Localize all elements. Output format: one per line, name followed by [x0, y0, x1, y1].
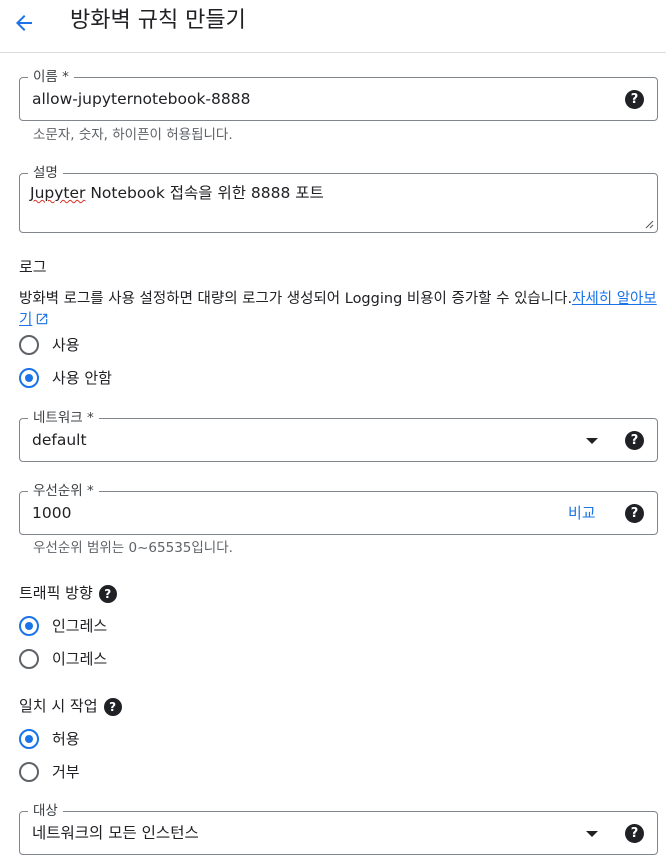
spellcheck-word: Jupyter — [30, 184, 86, 202]
help-icon[interactable]: ? — [625, 504, 644, 523]
network-select[interactable]: 네트워크 * default ? — [19, 409, 658, 462]
radio-label: 이그레스 — [52, 650, 108, 668]
radio-label: 사용 안함 — [52, 369, 112, 387]
description-field-label: 설명 — [28, 164, 63, 182]
help-icon[interactable]: ? — [625, 431, 644, 450]
radio-label: 거부 — [52, 763, 80, 781]
dropdown-arrow-icon[interactable] — [586, 438, 598, 444]
firewall-rule-form-page: 방화벽 규칙 만들기 이름 * allow-jupyternotebook-88… — [0, 0, 666, 861]
radio-label: 사용 — [52, 336, 80, 354]
logs-title: 로그 — [19, 258, 47, 276]
help-icon[interactable]: ? — [625, 824, 644, 843]
network-field-label: 네트워크 * — [28, 409, 99, 427]
radio-button-unchecked[interactable] — [19, 762, 39, 782]
priority-hint: 우선순위 범위는 0~65535입니다. — [33, 540, 233, 556]
back-button[interactable] — [9, 8, 39, 38]
radio-label: 허용 — [52, 730, 80, 748]
direction-radio-egress[interactable]: 이그레스 — [19, 648, 107, 670]
radio-button-checked[interactable] — [19, 729, 39, 749]
resize-handle-icon[interactable] — [644, 219, 654, 229]
radio-button-unchecked[interactable] — [19, 649, 39, 669]
help-icon[interactable]: ? — [103, 697, 122, 716]
traffic-direction-label: 트래픽 방향 — [19, 584, 93, 602]
logs-radio-off[interactable]: 사용 안함 — [19, 367, 112, 389]
action-radio-allow[interactable]: 허용 — [19, 728, 80, 750]
logs-radio-on[interactable]: 사용 — [19, 334, 80, 356]
name-hint: 소문자, 숫자, 하이픈이 허용됩니다. — [33, 127, 233, 143]
description-field[interactable]: 설명 Jupyter Notebook 접속을 위한 8888 포트 — [19, 164, 658, 233]
priority-input-value[interactable]: 1000 — [32, 502, 71, 524]
target-select[interactable]: 대상 네트워크의 모든 인스턴스 ? — [19, 802, 658, 855]
action-on-match-title: 일치 시 작업? — [19, 695, 122, 717]
radio-button-checked[interactable] — [19, 616, 39, 636]
help-icon[interactable]: ? — [98, 584, 117, 603]
compare-link[interactable]: 비교 — [568, 502, 596, 524]
description-textarea-value[interactable]: Jupyter Notebook 접속을 위한 8888 포트 — [30, 182, 324, 204]
name-field-label: 이름 * — [28, 68, 74, 86]
name-field[interactable]: 이름 * allow-jupyternotebook-8888 ? — [19, 68, 658, 121]
priority-field[interactable]: 우선순위 * 1000 비교 ? — [19, 482, 658, 535]
name-input-value[interactable]: allow-jupyternotebook-8888 — [32, 88, 250, 110]
page-title: 방화벽 규칙 만들기 — [70, 8, 246, 33]
target-field-label: 대상 — [28, 802, 63, 820]
traffic-direction-title: 트래픽 방향? — [19, 582, 117, 604]
priority-field-label: 우선순위 * — [28, 482, 99, 500]
direction-radio-ingress[interactable]: 인그레스 — [19, 615, 107, 637]
target-select-value[interactable]: 네트워크의 모든 인스턴스 — [32, 822, 199, 844]
open-in-new-icon — [37, 313, 48, 325]
help-icon[interactable]: ? — [625, 90, 644, 109]
radio-button-unchecked[interactable] — [19, 335, 39, 355]
description-text-rest: Notebook 접속을 위한 8888 포트 — [85, 184, 324, 202]
arrow-back-icon — [16, 15, 32, 31]
logs-description-text: 방화벽 로그를 사용 설정하면 대량의 로그가 생성되어 Logging 비용이… — [19, 291, 573, 307]
action-on-match-label: 일치 시 작업 — [19, 697, 98, 715]
action-radio-deny[interactable]: 거부 — [19, 761, 80, 783]
page-header: 방화벽 규칙 만들기 — [0, 0, 666, 53]
network-select-value[interactable]: default — [32, 429, 87, 451]
radio-button-checked[interactable] — [19, 368, 39, 388]
dropdown-arrow-icon[interactable] — [586, 831, 598, 837]
radio-label: 인그레스 — [52, 617, 108, 635]
logs-description: 방화벽 로그를 사용 설정하면 대량의 로그가 생성되어 Logging 비용이… — [19, 289, 659, 331]
